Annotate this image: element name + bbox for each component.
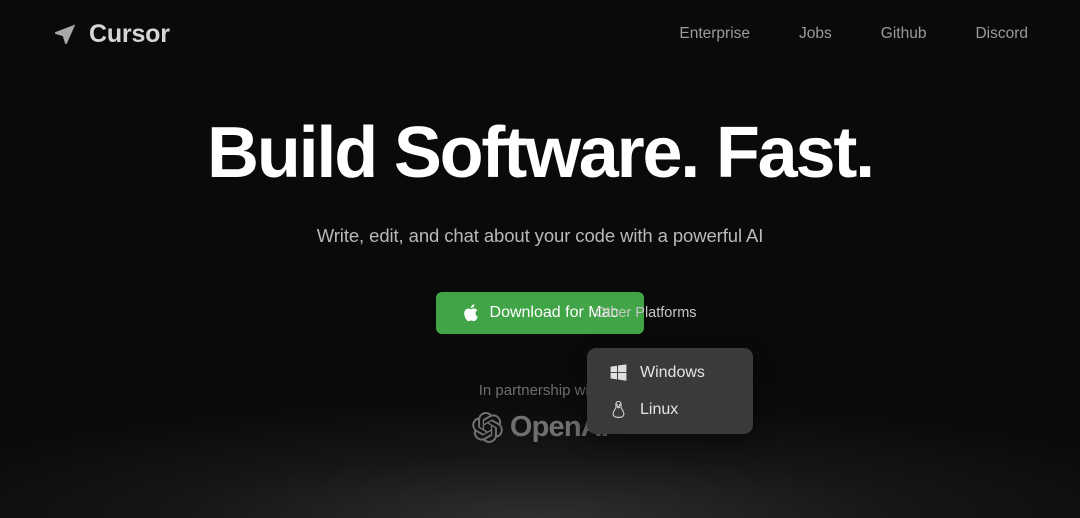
hero-subtitle: Write, edit, and chat about your code wi…	[316, 225, 764, 246]
platform-option-linux[interactable]: Linux	[587, 391, 753, 428]
brand-name: Cursor	[89, 19, 170, 48]
nav-link-discord[interactable]: Discord	[975, 25, 1028, 43]
windows-icon	[609, 363, 628, 382]
platform-option-windows[interactable]: Windows	[587, 354, 753, 391]
primary-navigation: Enterprise Jobs Github Discord	[679, 25, 1028, 43]
cursor-arrow-icon	[52, 21, 78, 47]
brand-logo[interactable]: Cursor	[52, 20, 170, 49]
page-title: Build Software. Fast.	[207, 113, 875, 193]
platform-option-label: Linux	[640, 400, 679, 418]
nav-link-enterprise[interactable]: Enterprise	[679, 25, 750, 43]
linux-tux-icon	[609, 400, 628, 419]
other-platforms-button[interactable]: Other Platforms	[595, 305, 697, 321]
platform-option-label: Windows	[640, 363, 705, 381]
nav-link-github[interactable]: Github	[881, 25, 927, 43]
nav-link-jobs[interactable]: Jobs	[799, 25, 832, 43]
site-header: Cursor Enterprise Jobs Github Discord	[0, 0, 1080, 68]
hero-section: Build Software. Fast. Write, edit, and c…	[0, 0, 1080, 518]
landing-page: Cursor Enterprise Jobs Github Discord Bu…	[0, 0, 1080, 518]
other-platforms-dropdown: Windows Linux	[587, 348, 753, 434]
apple-icon	[462, 303, 479, 323]
cta-row: Download for Mac Other Platforms	[0, 292, 1080, 334]
